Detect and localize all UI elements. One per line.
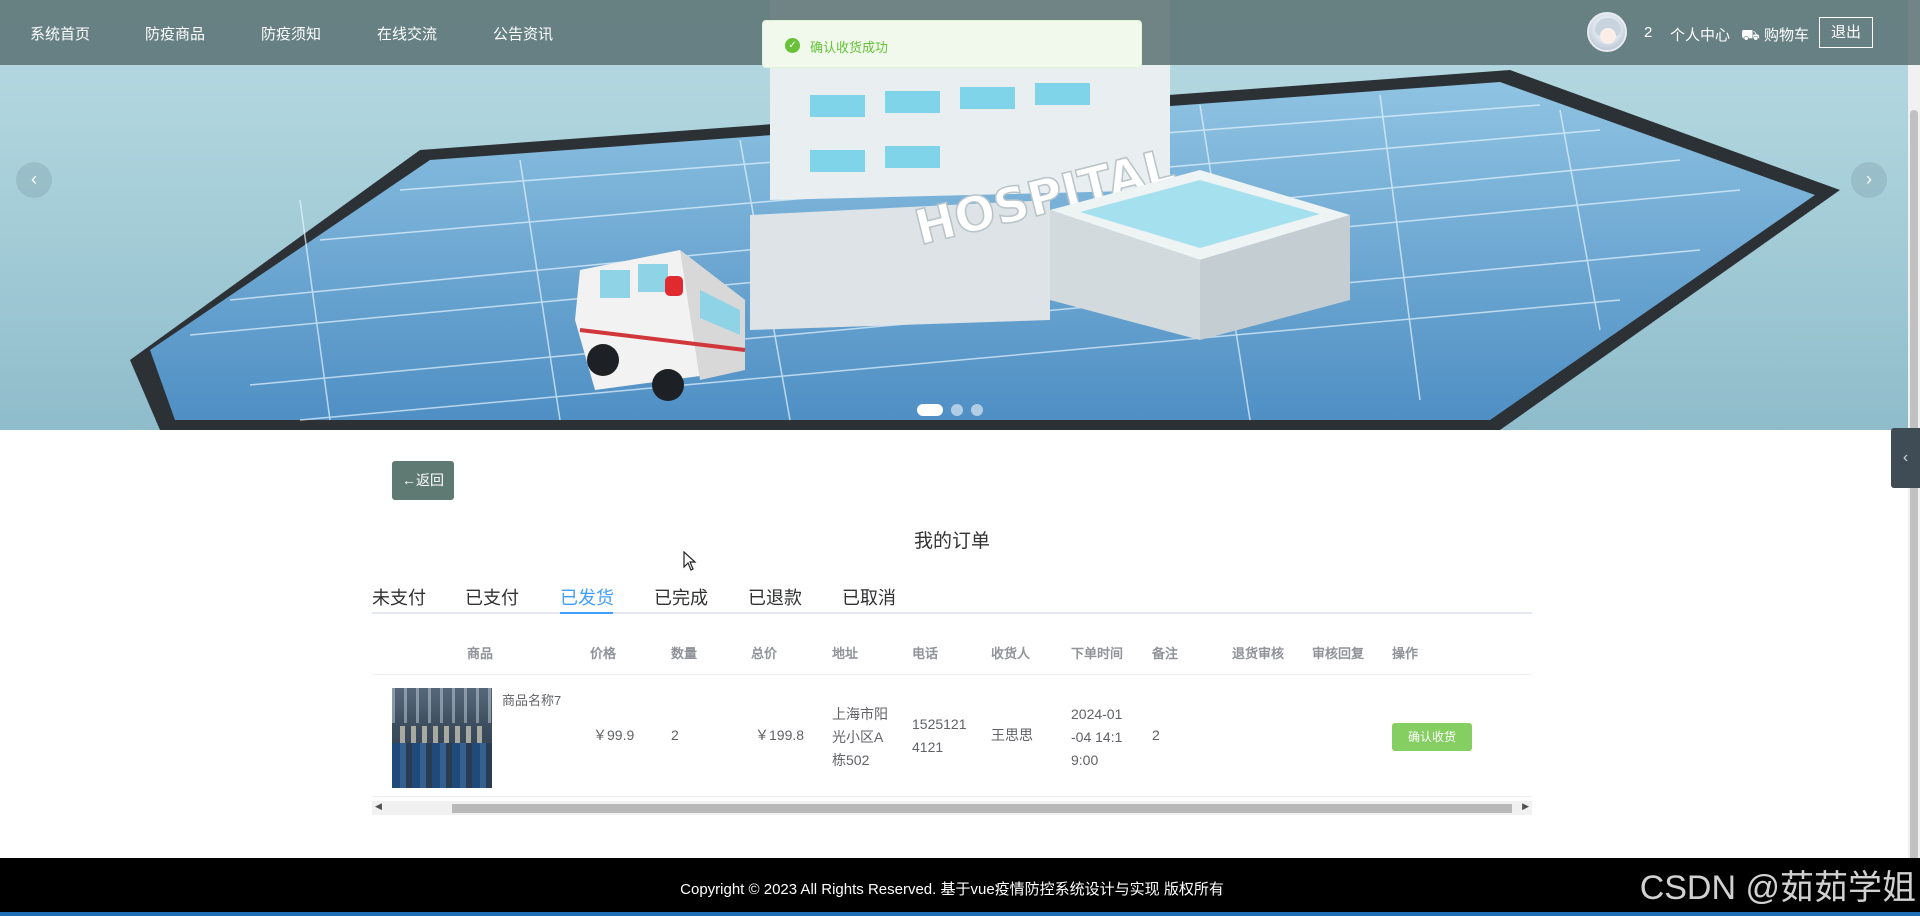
footer-copyright: Copyright © 2023 All Rights Reserved. 基于…	[680, 881, 1224, 898]
tab-shipped[interactable]: 已发货	[560, 584, 614, 610]
cell-order-time-line: -04 14:1	[1071, 729, 1123, 745]
tab-paid[interactable]: 已支付	[465, 584, 519, 610]
order-status-tabs: 未支付 已支付 已发货 已完成 已退款 已取消	[372, 580, 1532, 614]
cell-phone: 1525121 4121	[912, 713, 967, 759]
carousel-dot-2[interactable]	[951, 404, 963, 416]
back-button[interactable]: ←返回	[392, 461, 454, 500]
product-thumbnail[interactable]	[392, 688, 492, 788]
cell-order-time-line: 2024-01	[1071, 706, 1123, 722]
scroll-right-icon[interactable]: ▶	[1522, 801, 1529, 812]
avatar[interactable]	[1587, 12, 1627, 52]
column-header-remark: 备注	[1152, 646, 1179, 661]
carousel-prev-button[interactable]: ‹	[16, 162, 52, 198]
orders-table-header: 商品 价格 数量 总价 地址 电话 收货人 下单时间 备注 退货审核 审核回复 …	[372, 630, 1532, 675]
tab-refunded[interactable]: 已退款	[748, 584, 802, 610]
tab-completed[interactable]: 已完成	[654, 584, 708, 610]
cart-count-badge: 2	[1644, 24, 1653, 41]
table-row: 商品名称7 ￥99.9 2 ￥199.8 上海市阳 光小区A 栋502 1525…	[372, 675, 1532, 797]
page-title: 我的订单	[913, 531, 990, 552]
success-check-icon: ✓	[785, 38, 800, 53]
product-name: 商品名称7	[502, 693, 562, 708]
nav-item-forum[interactable]: 在线交流	[377, 23, 437, 44]
cell-phone-line: 4121	[912, 739, 944, 755]
cell-phone-line: 1525121	[912, 716, 967, 732]
column-header-product: 商品	[467, 646, 494, 661]
cart-link[interactable]: ⛟ 购物车	[1741, 24, 1809, 46]
nav-item-news[interactable]: 公告资讯	[493, 23, 553, 44]
cell-address-line: 上海市阳	[832, 706, 888, 722]
tab-unpaid[interactable]: 未支付	[372, 584, 426, 610]
avatar-face	[1600, 28, 1616, 44]
page-scrollbar-thumb[interactable]	[1910, 110, 1918, 900]
nav-item-home[interactable]: 系统首页	[30, 23, 90, 44]
carousel-dot-1[interactable]	[917, 404, 943, 416]
cell-address: 上海市阳 光小区A 栋502	[832, 703, 888, 772]
carousel-dot-3[interactable]	[971, 404, 983, 416]
column-header-price: 价格	[590, 646, 617, 661]
column-header-return-review: 退货审核	[1232, 646, 1285, 661]
cell-price: ￥99.9	[593, 727, 635, 743]
table-horizontal-scrollbar[interactable]: ◀ ▶	[372, 801, 1532, 815]
column-header-review-reply: 审核回复	[1312, 646, 1365, 661]
cell-total: ￥199.8	[755, 727, 805, 743]
success-toast: ✓ 确认收货成功	[762, 20, 1142, 68]
column-header-quantity: 数量	[671, 646, 698, 661]
active-tab-indicator	[560, 612, 613, 614]
footer-accent-line	[0, 912, 1920, 916]
nav-item-products[interactable]: 防疫商品	[145, 23, 205, 44]
column-header-phone: 电话	[912, 646, 939, 661]
logout-button[interactable]: 退出	[1819, 17, 1873, 48]
column-header-order-time: 下单时间	[1071, 646, 1124, 661]
column-header-address: 地址	[832, 646, 859, 661]
cell-address-line: 栋502	[832, 752, 870, 768]
toast-message: 确认收货成功	[810, 40, 889, 55]
table-scrollbar-thumb[interactable]	[452, 804, 1512, 813]
confirm-receipt-button[interactable]: 确认收货	[1392, 723, 1472, 751]
nav-item-notice[interactable]: 防疫须知	[261, 23, 321, 44]
cell-receiver: 王思思	[991, 727, 1033, 743]
watermark: CSDN @茹茹学姐	[1639, 869, 1916, 907]
user-center-link[interactable]: 个人中心	[1670, 24, 1730, 45]
cell-remark: 2	[1152, 727, 1160, 743]
tab-cancelled[interactable]: 已取消	[842, 584, 896, 610]
cell-order-time-line: 9:00	[1071, 752, 1099, 768]
footer: Copyright © 2023 All Rights Reserved. 基于…	[0, 858, 1920, 916]
column-header-action: 操作	[1392, 646, 1419, 661]
side-panel-toggle[interactable]: ‹	[1891, 428, 1920, 488]
mouse-cursor-icon	[683, 551, 697, 571]
carousel-next-button[interactable]: ›	[1851, 162, 1887, 198]
column-header-receiver: 收货人	[991, 646, 1031, 661]
cell-quantity: 2	[671, 727, 679, 743]
cell-order-time: 2024-01 -04 14:1 9:00	[1071, 703, 1122, 772]
column-header-total: 总价	[751, 646, 778, 661]
scroll-left-icon[interactable]: ◀	[375, 801, 382, 812]
cell-address-line: 光小区A	[832, 729, 884, 745]
